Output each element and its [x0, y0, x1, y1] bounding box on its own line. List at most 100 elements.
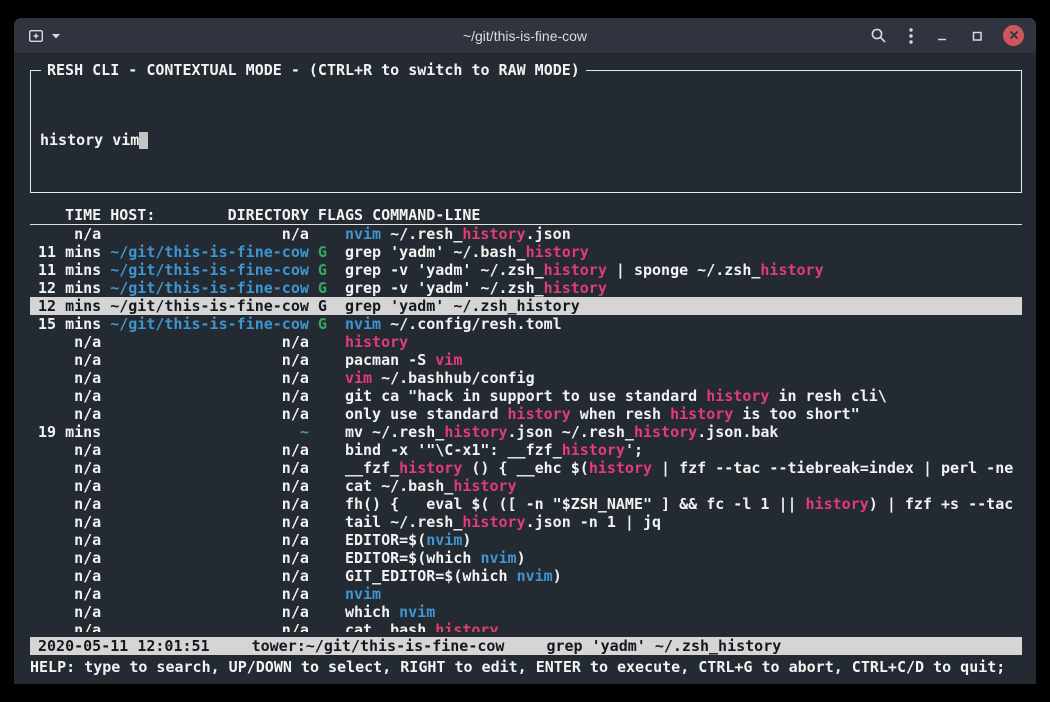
- command-segment: grep 'yadm' ~/.bash_: [345, 243, 526, 261]
- row-host: n/a: [110, 495, 309, 513]
- profile-dropdown-button[interactable]: [49, 31, 63, 41]
- minimize-button[interactable]: [933, 27, 951, 45]
- table-row[interactable]: n/an/ahistory: [30, 333, 1022, 351]
- command-segment: grep -v 'yadm' ~/.zsh_: [345, 261, 544, 279]
- table-row[interactable]: n/an/aonly use standard history when res…: [30, 405, 1022, 423]
- history-table: TIME HOST:DIRECTORY FLAGS COMMAND-LINE n…: [30, 206, 1022, 632]
- table-row[interactable]: 19 mins~mv ~/.resh_history.json ~/.resh_…: [30, 423, 1022, 441]
- command-segment: cat ~/.bash_: [345, 477, 453, 495]
- row-time: 12 mins: [38, 297, 101, 315]
- table-row[interactable]: n/an/awhich nvim: [30, 603, 1022, 621]
- row-host: n/a: [110, 351, 309, 369]
- row-host: n/a: [110, 477, 309, 495]
- row-command: grep 'yadm' ~/.zsh_history: [345, 297, 1022, 315]
- text-cursor: [139, 132, 148, 149]
- command-segment: fh() { eval $( ([ -n "$ZSH_NAME" ] && fc…: [345, 495, 806, 513]
- row-flags: [318, 369, 336, 387]
- row-time: 11 mins: [38, 243, 101, 261]
- row-flags: [318, 333, 336, 351]
- row-time: 15 mins: [38, 315, 101, 333]
- command-segment: history: [806, 495, 869, 513]
- row-flags: [318, 441, 336, 459]
- table-row[interactable]: n/an/anvim: [30, 585, 1022, 603]
- table-row[interactable]: n/an/aGIT_EDITOR=$(which nvim): [30, 567, 1022, 585]
- table-row[interactable]: n/an/agit ca "hack in support to use sta…: [30, 387, 1022, 405]
- row-time: n/a: [38, 549, 101, 567]
- command-segment: ~/.config/resh.toml: [381, 315, 562, 333]
- command-segment: history: [444, 423, 507, 441]
- table-row[interactable]: n/an/a__fzf_history () { __ehc $(history…: [30, 459, 1022, 477]
- command-segment: ~/.bashhub/config: [372, 369, 535, 387]
- new-tab-button[interactable]: [26, 26, 46, 46]
- table-row[interactable]: n/an/apacman -S vim: [30, 351, 1022, 369]
- row-time: n/a: [38, 441, 101, 459]
- header-host: HOST:: [110, 206, 155, 224]
- table-row[interactable]: 12 mins~/git/this-is-fine-cowGgrep -v 'y…: [30, 279, 1022, 297]
- command-segment: tail ~/.resh_: [345, 513, 462, 531]
- command-segment: which: [345, 603, 399, 621]
- row-time: n/a: [38, 477, 101, 495]
- close-icon: [1009, 28, 1019, 43]
- row-host: n/a: [110, 405, 309, 423]
- table-row[interactable]: n/an/atail ~/.resh_history.json -n 1 | j…: [30, 513, 1022, 531]
- row-command: tail ~/.resh_history.json -n 1 | jq: [345, 513, 1022, 531]
- row-time: n/a: [38, 225, 101, 243]
- command-segment: nvim: [517, 567, 553, 585]
- table-row[interactable]: n/an/abind -x '"\C-x1": __fzf_history';: [30, 441, 1022, 459]
- table-row[interactable]: n/an/anvim ~/.resh_history.json: [30, 225, 1022, 243]
- table-row[interactable]: n/a n/a cat ~/.bash_history: [30, 477, 1022, 495]
- table-row[interactable]: 15 mins~/git/this-is-fine-cowGnvim ~/.co…: [30, 315, 1022, 333]
- row-command: git ca "hack in support to use standard …: [345, 387, 1022, 405]
- table-row[interactable]: n/a n/a fh() { eval $( ([ -n "$ZSH_NAME" ]…: [30, 495, 1022, 513]
- row-command: EDITOR=$(which nvim): [345, 549, 1022, 567]
- row-command: cat .bash_history: [345, 621, 1022, 632]
- search-button[interactable]: [868, 25, 889, 46]
- command-segment: | sponge ~/.zsh_: [607, 261, 761, 279]
- table-row[interactable]: n/an/acat .bash_history: [30, 621, 1022, 632]
- command-segment: history: [399, 459, 462, 477]
- row-flags: G: [318, 243, 336, 261]
- titlebar: ~/git/this-is-fine-cow: [14, 18, 1036, 54]
- status-command: grep 'yadm' ~/.zsh_history: [546, 637, 781, 655]
- row-command: GIT_EDITOR=$(which nvim): [345, 567, 1022, 585]
- restore-button[interactable]: [968, 27, 986, 45]
- row-flags: G: [318, 261, 336, 279]
- command-segment: history: [453, 477, 516, 495]
- table-row[interactable]: n/an/aEDITOR=$(nvim): [30, 531, 1022, 549]
- row-flags: [318, 621, 336, 632]
- command-segment: __fzf_: [345, 459, 399, 477]
- row-time: n/a: [38, 495, 101, 513]
- command-segment: ): [462, 531, 471, 549]
- row-host: n/a: [110, 585, 309, 603]
- command-segment: cat .bash_: [345, 621, 435, 632]
- table-row[interactable]: 11 mins~/git/this-is-fine-cowGgrep -v 'y…: [30, 261, 1022, 279]
- terminal-content: RESH CLI - CONTEXTUAL MODE - (CTRL+R to …: [14, 54, 1036, 684]
- command-segment: nvim: [345, 225, 381, 243]
- search-box: RESH CLI - CONTEXTUAL MODE - (CTRL+R to …: [30, 70, 1022, 193]
- command-segment: .json ~/.resh_: [508, 423, 634, 441]
- header-directory: DIRECTORY: [228, 206, 309, 224]
- command-segment: EDITOR=$(which: [345, 549, 480, 567]
- row-time: n/a: [38, 603, 101, 621]
- titlebar-right-actions: [868, 25, 1024, 47]
- row-command: history: [345, 333, 1022, 351]
- command-segment: ): [553, 567, 562, 585]
- row-command: pacman -S vim: [345, 351, 1022, 369]
- table-row[interactable]: n/an/avim ~/.bashhub/config: [30, 369, 1022, 387]
- close-button[interactable]: [1003, 25, 1024, 46]
- command-segment: in resh cli\: [769, 387, 886, 405]
- table-row[interactable]: 12 mins~/git/this-is-fine-cowGgrep 'yadm…: [30, 297, 1022, 315]
- row-command: nvim: [345, 585, 1022, 603]
- menu-button[interactable]: [906, 25, 916, 47]
- command-segment: history: [435, 621, 498, 632]
- search-icon: [870, 27, 887, 44]
- table-row[interactable]: 11 mins~/git/this-is-fine-cowGgrep 'yadm…: [30, 243, 1022, 261]
- command-segment: history: [544, 279, 607, 297]
- command-segment: when resh: [571, 405, 670, 423]
- table-row[interactable]: n/an/aEDITOR=$(which nvim): [30, 549, 1022, 567]
- search-input[interactable]: history vim: [40, 131, 1012, 149]
- command-segment: nvim: [345, 585, 381, 603]
- command-segment: nvim: [426, 531, 462, 549]
- command-segment: .json: [526, 225, 571, 243]
- row-command: nvim ~/.resh_history.json: [345, 225, 1022, 243]
